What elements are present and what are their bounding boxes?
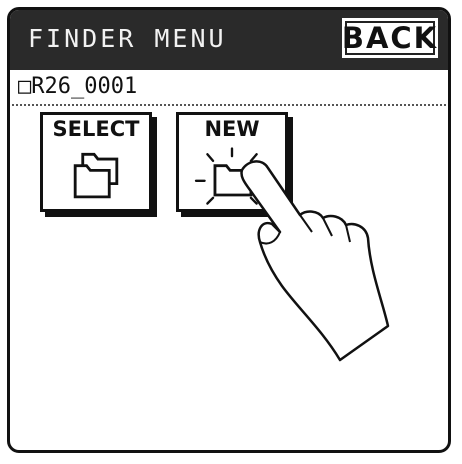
select-button[interactable]: SELECT [40,112,152,212]
current-folder-path: □R26_0001 [18,74,138,99]
new-button-label: NEW [204,117,260,141]
new-folder-icon [194,147,270,205]
title-bar: FINDER MENU BACK [10,10,448,70]
new-button[interactable]: NEW [176,112,288,212]
folder-stack-icon [73,152,119,199]
screen-title: FINDER MENU [28,24,227,53]
back-button[interactable]: BACK [342,18,438,58]
divider [12,104,446,106]
select-button-label: SELECT [52,117,140,141]
finder-menu-screen: FINDER MENU BACK □R26_0001 SELECT NEW [7,7,451,453]
